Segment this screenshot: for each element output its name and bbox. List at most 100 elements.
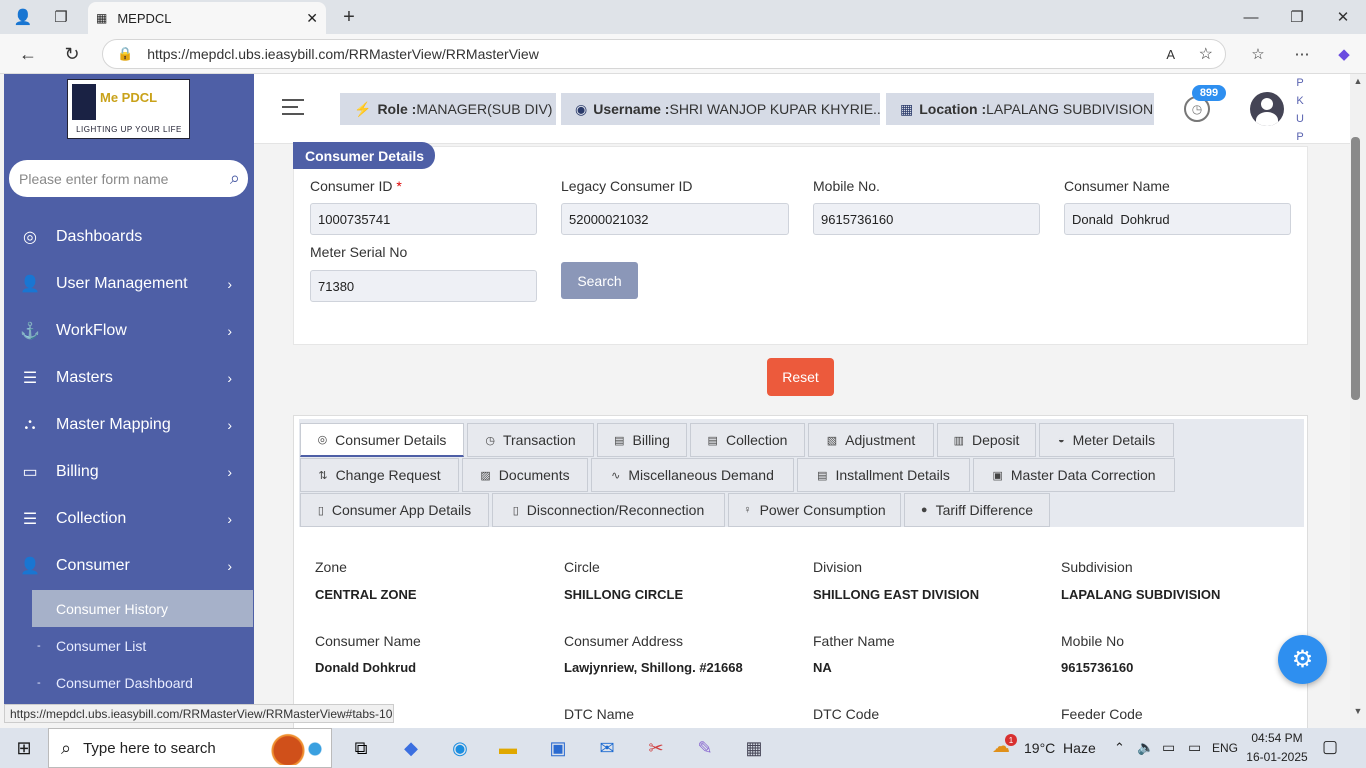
mepdcl-logo[interactable]: Me PDCL LIGHTING UP YOUR LIFE — [67, 79, 190, 139]
minimize-icon[interactable]: — — [1236, 4, 1266, 30]
copilot-taskbar-icon[interactable]: ◆ — [396, 734, 426, 762]
volume-icon[interactable]: 🔈 — [1137, 739, 1154, 756]
tab-actions-icon[interactable]: ❐ — [46, 4, 76, 30]
sidebar-item-collection[interactable]: ☰ Collection › — [4, 495, 254, 542]
notifications-icon[interactable]: ▢ — [1322, 737, 1338, 757]
windows-start-icon[interactable]: ⊞ — [9, 734, 39, 762]
copilot-icon[interactable]: ◆ — [1330, 42, 1358, 66]
maximize-icon[interactable]: ❐ — [1282, 4, 1312, 30]
paint-icon[interactable]: ✎ — [690, 734, 720, 762]
chevron-right-icon: › — [227, 369, 232, 386]
edge-icon[interactable]: ◉ — [445, 734, 475, 762]
settings-gear-icon[interactable]: ⚙ — [1278, 635, 1327, 684]
sidebar-item-dashboards[interactable]: ◎ Dashboards — [4, 213, 254, 260]
chevron-right-icon: › — [227, 557, 232, 574]
tab-consumer-details[interactable]: ◎ Consumer Details — [300, 423, 464, 457]
sidebar-subitem-consumer-list[interactable]: - Consumer List — [32, 627, 253, 664]
sidebar-item-user-management[interactable]: 👤 User Management › — [4, 260, 254, 307]
clock-date[interactable]: 16-01-2025 — [1246, 750, 1308, 764]
dtc-code-label: DTC Code — [813, 706, 880, 722]
tab-icon: ▣ — [992, 469, 1003, 482]
search-highlight-icon[interactable] — [267, 733, 327, 765]
language-indicator[interactable]: ENG — [1212, 741, 1238, 755]
close-tab-icon[interactable]: ✕ — [306, 10, 318, 27]
taskbar-search-input[interactable]: ⌕ Type here to search — [48, 728, 332, 768]
sidebar-item-consumer[interactable]: 👤 Consumer › — [4, 542, 254, 589]
search-icon[interactable]: ⌕ — [230, 168, 240, 189]
address-bar[interactable]: 🔒 https://mepdcl.ubs.ieasybill.com/RRMas… — [102, 39, 1226, 69]
tab-installment-details[interactable]: ▤ Installment Details — [797, 458, 970, 492]
snipping-tool-icon[interactable]: ✂ — [641, 734, 671, 762]
tab-master-data-correction[interactable]: ▣ Master Data Correction — [973, 458, 1175, 492]
tab-billing[interactable]: ▤ Billing — [597, 423, 687, 457]
bullet-dash: - — [37, 676, 41, 689]
tab-transaction[interactable]: ◷ Transaction — [467, 423, 594, 457]
sidebar-subitem-consumer-dashboard[interactable]: - Consumer Dashboard — [32, 664, 253, 701]
sidebar-item-label: Dashboards — [56, 227, 143, 245]
profile-icon[interactable]: 👤 — [8, 4, 38, 30]
scrollbar-thumb[interactable] — [1351, 137, 1360, 400]
weather-text[interactable]: 19°C Haze — [1024, 740, 1096, 756]
detail-mobile-label: Mobile No — [1061, 633, 1125, 649]
sidebar-item-workflow[interactable]: ⚓ WorkFlow › — [4, 307, 254, 354]
tab-meter-details[interactable]: ◒ Meter Details — [1039, 423, 1174, 457]
browser-tab[interactable]: ▦ MEPDCL ✕ — [88, 2, 326, 34]
refresh-icon[interactable]: ↻ — [58, 42, 86, 66]
form-search-input[interactable]: Please enter form name ⌕ — [9, 160, 248, 197]
calculator-icon[interactable]: ▦ — [739, 734, 769, 762]
tab-icon: ⇅ — [318, 469, 328, 482]
tab-tariff-difference[interactable]: ● Tariff Difference — [904, 493, 1050, 527]
reset-button[interactable]: Reset — [767, 358, 834, 396]
sidebar-item-billing[interactable]: ▭ Billing › — [4, 448, 254, 495]
tab-documents[interactable]: ▨ Documents — [462, 458, 588, 492]
favorites-icon[interactable]: ☆ — [1244, 42, 1272, 66]
tab-power-consumption[interactable]: ♀ Power Consumption — [728, 493, 901, 527]
tab-collection[interactable]: ▤ Collection — [690, 423, 805, 457]
hamburger-menu-icon[interactable] — [282, 99, 304, 115]
vertical-letter: U — [1296, 113, 1304, 126]
tab-label: Change Request — [335, 467, 441, 483]
more-menu-icon[interactable]: ⋯ — [1288, 42, 1316, 66]
avatar[interactable] — [1250, 92, 1284, 126]
search-button[interactable]: Search — [561, 262, 638, 299]
list-icon: ☰ — [22, 510, 38, 528]
mail-icon[interactable]: ✉ — [592, 734, 622, 762]
consumer-id-input[interactable]: 1000735741 — [310, 203, 537, 235]
tab-adjustment[interactable]: ▧ Adjustment — [808, 423, 934, 457]
clock-time[interactable]: 04:54 PM — [1248, 731, 1306, 745]
back-icon[interactable]: ← — [14, 42, 42, 66]
tab-label: Billing — [632, 432, 670, 448]
chevron-right-icon: › — [227, 463, 232, 480]
scroll-up-icon[interactable]: ▲ — [1350, 76, 1366, 86]
tab-icon: ▤ — [614, 434, 625, 447]
tab-label: Deposit — [971, 432, 1020, 448]
show-hidden-icons-icon[interactable]: ⌃ — [1114, 740, 1125, 756]
meter-serial-input[interactable]: 71380 — [310, 270, 537, 302]
consumer-name-input[interactable]: Donald Dohkrud — [1064, 203, 1291, 235]
favorite-star-icon[interactable]: ☆ — [1199, 44, 1213, 64]
tab-icon: ▯ — [317, 504, 324, 517]
tab-deposit[interactable]: ▥ Deposit — [937, 423, 1036, 457]
tab-miscellaneous-demand[interactable]: ∿ Miscellaneous Demand — [591, 458, 794, 492]
legacy-id-input[interactable]: 52000021032 — [561, 203, 789, 235]
task-view-icon[interactable]: ⧉ — [346, 734, 376, 762]
store-icon[interactable]: ▣ — [543, 734, 573, 762]
subdivision-label: Subdivision — [1061, 559, 1133, 575]
sidebar-subitem-label: Consumer List — [56, 637, 147, 654]
network-icon[interactable]: ▭ — [1162, 739, 1175, 756]
tab-change-request[interactable]: ⇅ Change Request — [300, 458, 459, 492]
anchor-icon: ⚓ — [20, 322, 40, 340]
close-window-icon[interactable]: ✕ — [1328, 4, 1358, 30]
sidebar-item-master-mapping[interactable]: ⛬ Master Mapping › — [4, 401, 254, 448]
tab-disconnection-reconnection[interactable]: ▯ Disconnection/Reconnection — [492, 493, 725, 527]
display-icon[interactable]: ▭ — [1188, 739, 1201, 756]
sidebar-item-masters[interactable]: ☰ Masters › — [4, 354, 254, 401]
scroll-down-icon[interactable]: ▼ — [1350, 706, 1366, 716]
mobile-input[interactable]: 9615736160 — [813, 203, 1040, 235]
file-explorer-icon[interactable]: ▬ — [493, 734, 523, 762]
read-aloud-icon[interactable]: A — [1166, 47, 1175, 62]
sidebar-subitem-consumer-history[interactable]: Consumer History — [32, 590, 253, 627]
new-tab-icon[interactable]: + — [336, 4, 362, 30]
tab-consumer-app-details[interactable]: ▯ Consumer App Details — [300, 493, 489, 527]
tab-label: Disconnection/Reconnection — [526, 502, 705, 518]
